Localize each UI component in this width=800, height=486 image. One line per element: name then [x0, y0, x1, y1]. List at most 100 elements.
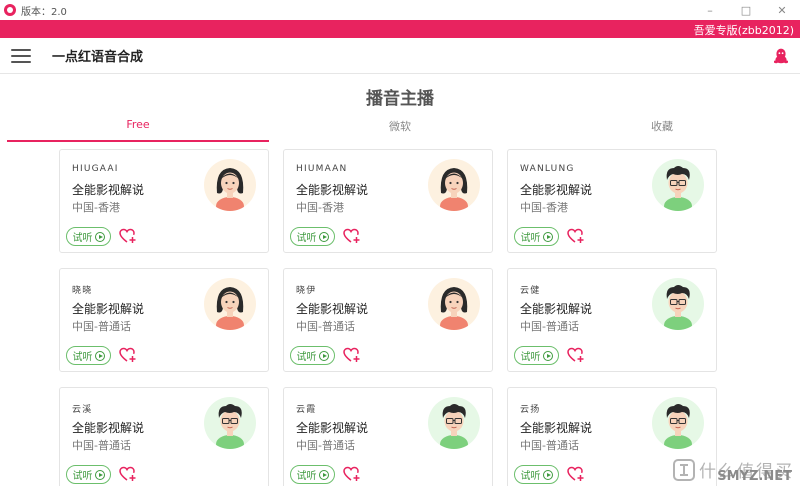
listen-label: 试听 — [296, 352, 317, 363]
voice-code: WANLUNG — [520, 164, 575, 174]
voice-style: 全能影视解说 — [296, 302, 369, 316]
male-avatar — [652, 278, 704, 330]
voice-language: 中国-普通话 — [72, 439, 131, 452]
voice-card[interactable]: 云霞全能影视解说 中国-普通话 试听 — [283, 387, 493, 486]
voice-language: 中国-香港 — [72, 201, 120, 214]
play-icon — [542, 350, 553, 361]
window-titlebar: 版本：2.0 – □ ✕ — [0, 0, 800, 20]
edition-banner: 吾爱专版(zbb2012) — [0, 20, 800, 38]
maximize-button[interactable]: □ — [728, 0, 764, 20]
listen-button[interactable]: 试听 — [514, 465, 559, 484]
app-title: 一点红语音合成 — [52, 50, 144, 65]
voice-card[interactable]: HIUMAAN 全能影视解说 中国-香港试听 — [283, 149, 493, 253]
listen-label: 试听 — [72, 233, 93, 244]
listen-button[interactable]: 试听 — [290, 227, 335, 246]
listen-button[interactable]: 试听 — [290, 346, 335, 365]
voice-code: 云霞 — [296, 405, 317, 415]
minimize-button[interactable]: – — [692, 0, 728, 20]
add-favorite-heart-icon[interactable] — [343, 228, 361, 245]
play-icon — [94, 350, 105, 361]
voice-language: 中国-普通话 — [72, 320, 131, 333]
voice-code: 晓晓 — [72, 286, 93, 296]
female-avatar — [428, 278, 480, 330]
listen-button[interactable]: 试听 — [290, 465, 335, 484]
page-title: 播音主播 — [366, 89, 434, 109]
listen-label: 试听 — [72, 352, 93, 363]
voice-code: HIUGAAI — [72, 164, 119, 174]
voice-style: 全能影视解说 — [520, 421, 593, 435]
play-icon — [94, 231, 105, 242]
voice-language: 中国-普通话 — [520, 320, 579, 333]
watermark-seal-icon — [673, 458, 695, 481]
voice-tabs: Free 微软 收藏 — [7, 112, 793, 142]
female-avatar — [204, 278, 256, 330]
voice-card[interactable]: 晓晓全能影视解说 中国-普通话 试听 — [59, 268, 269, 372]
add-favorite-heart-icon[interactable] — [343, 466, 361, 483]
add-favorite-heart-icon[interactable] — [567, 347, 585, 364]
voice-card[interactable]: 云健全能影视解说 中国-普通话 试听 — [507, 268, 717, 372]
add-favorite-heart-icon[interactable] — [119, 466, 137, 483]
edition-label: 吾爱专版(zbb2012) — [693, 24, 794, 37]
listen-label: 试听 — [520, 352, 541, 363]
male-avatar — [652, 397, 704, 449]
voice-card[interactable]: HIUGAAI 全能影视解说 中国-香港试听 — [59, 149, 269, 253]
listen-button[interactable]: 试听 — [66, 227, 111, 246]
window-title: 版本：2.0 — [21, 6, 67, 18]
male-avatar — [204, 397, 256, 449]
voice-style: 全能影视解说 — [296, 421, 369, 435]
watermark-site: SMYZ.NET — [717, 469, 792, 484]
voice-language: 中国-普通话 — [296, 439, 355, 452]
female-avatar — [204, 159, 256, 211]
listen-button[interactable]: 试听 — [66, 465, 111, 484]
listen-label: 试听 — [520, 233, 541, 244]
female-avatar — [428, 159, 480, 211]
add-favorite-heart-icon[interactable] — [343, 347, 361, 364]
voice-style: 全能影视解说 — [520, 183, 593, 197]
voice-card[interactable]: WANLUNG 全能影视解说 中国-香港试听 — [507, 149, 717, 253]
qq-penguin-icon[interactable] — [774, 48, 788, 64]
voice-card[interactable]: 晓伊全能影视解说 中国-普通话 试听 — [283, 268, 493, 372]
add-favorite-heart-icon[interactable] — [567, 228, 585, 245]
listen-label: 试听 — [296, 471, 317, 482]
voice-code: 云健 — [520, 286, 541, 296]
listen-button[interactable]: 试听 — [514, 346, 559, 365]
voice-style: 全能影视解说 — [72, 183, 145, 197]
male-avatar — [428, 397, 480, 449]
voice-style: 全能影视解说 — [72, 421, 145, 435]
listen-label: 试听 — [296, 233, 317, 244]
add-favorite-heart-icon[interactable] — [119, 347, 137, 364]
play-icon — [542, 469, 553, 480]
play-icon — [318, 469, 329, 480]
voice-style: 全能影视解说 — [296, 183, 369, 197]
add-favorite-heart-icon[interactable] — [119, 228, 137, 245]
listen-button[interactable]: 试听 — [66, 346, 111, 365]
voice-code: 云溪 — [72, 405, 93, 415]
add-favorite-heart-icon[interactable] — [567, 466, 585, 483]
voice-style: 全能影视解说 — [520, 302, 593, 316]
voice-language: 中国-香港 — [520, 201, 568, 214]
voice-code: 晓伊 — [296, 286, 317, 296]
hamburger-menu-icon[interactable] — [11, 48, 31, 63]
app-logo-icon — [4, 4, 16, 16]
tab-free[interactable]: Free — [7, 112, 269, 142]
voice-code: HIUMAAN — [296, 164, 348, 174]
close-button[interactable]: ✕ — [764, 0, 800, 20]
play-icon — [318, 231, 329, 242]
voice-card[interactable]: 云溪全能影视解说 中国-普通话试听 — [59, 387, 269, 486]
voice-style: 全能影视解说 — [72, 302, 145, 316]
voice-language: 中国-普通话 — [296, 320, 355, 333]
tab-microsoft[interactable]: 微软 — [269, 112, 531, 142]
play-icon — [94, 469, 105, 480]
app-header: 一点红语音合成 — [0, 38, 800, 74]
tab-favorites[interactable]: 收藏 — [531, 112, 793, 142]
voice-language: 中国-香港 — [296, 201, 344, 214]
voice-card-grid: HIUGAAI 全能影视解说 中国-香港 试听 HIUMAAN 全能影视解说 中国-香港 试听… — [59, 149, 717, 486]
play-icon — [542, 231, 553, 242]
listen-label: 试听 — [520, 471, 541, 482]
play-icon — [318, 350, 329, 361]
listen-button[interactable]: 试听 — [514, 227, 559, 246]
voice-language: 中国-普通话 — [520, 439, 579, 452]
male-avatar — [652, 159, 704, 211]
voice-code: 云扬 — [520, 405, 541, 415]
window-controls: – □ ✕ — [692, 0, 800, 20]
